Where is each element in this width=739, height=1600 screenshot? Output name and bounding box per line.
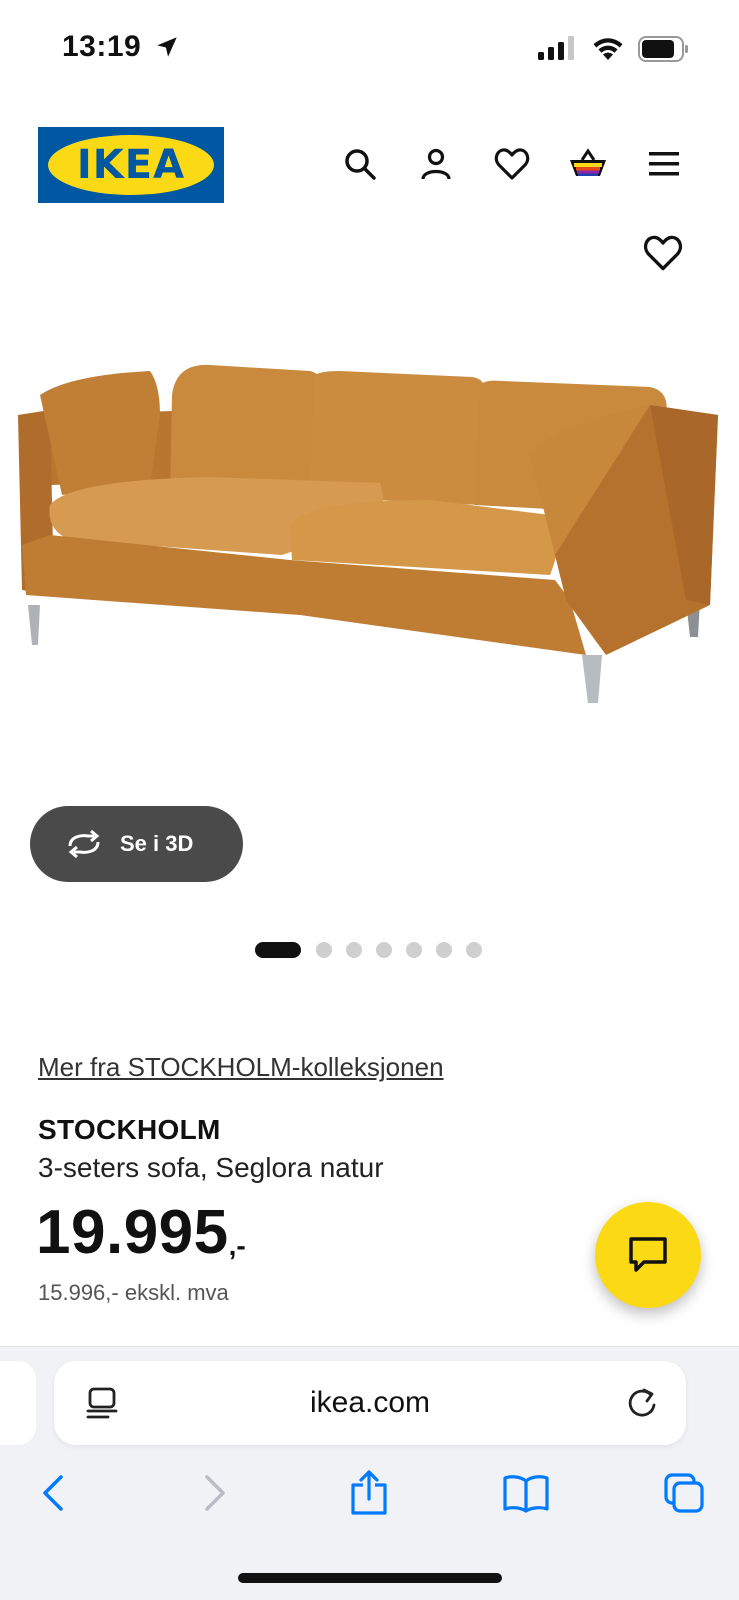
pager-dot[interactable] [316,942,332,958]
pager-dot[interactable] [466,942,482,958]
pager-dot[interactable] [376,942,392,958]
share-icon[interactable] [341,1465,397,1521]
pager-dot-active[interactable] [255,942,301,958]
browser-toolbar: ikea.com [0,1346,739,1600]
site-header: IKEA [0,120,739,210]
price-amount: 19.995 [36,1198,229,1267]
basket-icon[interactable] [566,142,610,186]
add-to-favourites-icon[interactable] [643,233,683,273]
forward-icon[interactable] [186,1465,242,1521]
url-text: ikea.com [309,1386,431,1419]
wifi-icon [593,38,623,60]
menu-icon[interactable] [642,142,686,186]
status-time: 13:19 [62,30,142,63]
pager-dot[interactable] [346,942,362,958]
previous-tab-preview[interactable] [0,1361,36,1445]
price-suffix: ,- [228,1230,246,1261]
product-description: 3-seters sofa, Seglora natur [38,1152,384,1183]
collection-link[interactable]: Mer fra STOCKHOLM-kolleksjonen [38,1052,444,1083]
reload-icon[interactable] [624,1385,660,1421]
search-icon[interactable] [338,142,382,186]
address-bar[interactable]: ikea.com [54,1361,686,1445]
product-image-gallery[interactable] [0,225,739,805]
product-price: 19.995 ,- [36,1198,246,1268]
ikea-logo[interactable]: IKEA [38,127,224,203]
pager-dot[interactable] [436,942,452,958]
product-name: STOCKHOLM [38,1114,221,1145]
chat-button[interactable] [595,1202,701,1308]
logo-text: IKEA [76,142,186,188]
view-in-3d-label: Se i 3D [120,831,194,856]
back-icon[interactable] [26,1465,82,1521]
tabs-icon[interactable] [656,1465,712,1521]
account-icon[interactable] [414,142,458,186]
location-arrow-icon [157,37,177,57]
status-bar: 13:19 [0,0,739,100]
pager-dot[interactable] [406,942,422,958]
price-excl-vat: 15.996,- ekskl. mva [38,1280,229,1305]
image-pager [0,940,739,960]
view-in-3d-button[interactable]: Se i 3D [30,806,243,882]
cellular-signal-icon [538,36,574,60]
rotate-3d-icon [68,830,100,858]
battery-icon [638,36,688,62]
sofa-product-image [18,364,718,703]
home-indicator [238,1573,502,1583]
bookmarks-icon[interactable] [498,1465,554,1521]
chat-bubble-icon [629,1237,667,1272]
heart-icon[interactable] [490,142,534,186]
